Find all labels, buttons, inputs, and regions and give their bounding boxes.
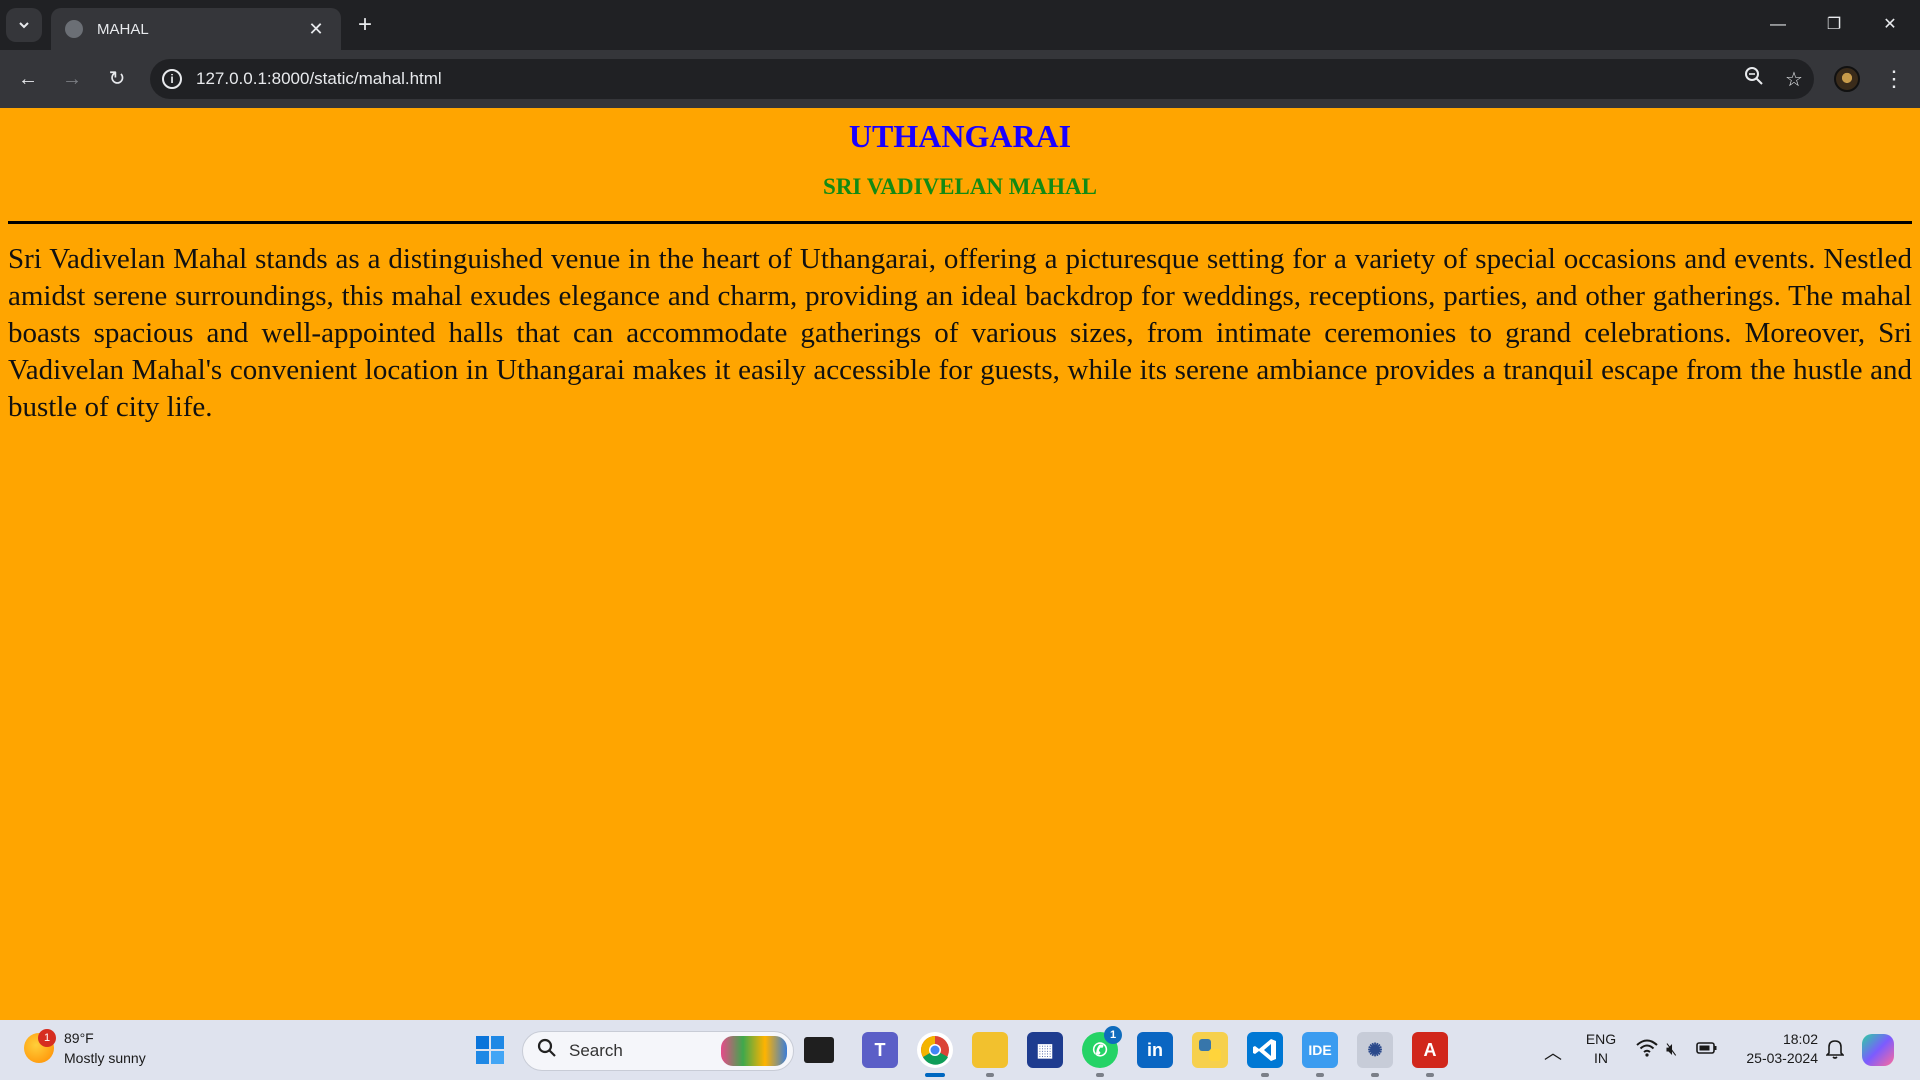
chrome-icon[interactable] [917,1032,953,1068]
taskbar: 1 89°F Mostly sunny Search T ▦ ✆ 1 in ID… [0,1020,1920,1080]
divider [8,221,1912,224]
linkedin-icon[interactable]: in [1137,1032,1173,1068]
search-highlight-image [721,1036,787,1066]
new-tab-button[interactable]: + [352,12,378,38]
task-view-icon[interactable] [804,1037,834,1063]
explorer-running-indicator [986,1073,994,1077]
weather-badge: 1 [38,1029,56,1047]
browser-tab[interactable]: MAHAL ✕ [51,8,341,50]
clock[interactable]: 18:02 25-03-2024 [1732,1030,1818,1068]
clock-date: 25-03-2024 [1746,1050,1818,1066]
reload-icon[interactable]: ↻ [103,65,131,93]
browser-tab-bar: MAHAL ✕ + — ❐ ✕ [0,0,1920,50]
python-icon[interactable] [1192,1032,1228,1068]
whatsapp-running-indicator [1096,1073,1104,1077]
acrobat-running-indicator [1426,1073,1434,1077]
chrome-active-indicator [925,1073,945,1077]
web-page: UTHANGARAI SRI VADIVELAN MAHAL Sri Vadiv… [0,108,1920,1020]
browser-toolbar: ← → ↻ i 127.0.0.1:8000/static/mahal.html… [0,50,1920,108]
close-window-button[interactable]: ✕ [1870,12,1910,38]
site-info-icon[interactable]: i [162,69,182,89]
tab-search-chevron-icon[interactable] [6,8,42,42]
vscode-icon[interactable] [1247,1032,1283,1068]
windows-start-icon[interactable] [472,1032,508,1068]
globe-icon [65,20,83,38]
file-explorer-icon[interactable] [972,1032,1008,1068]
forward-arrow-icon[interactable]: → [58,65,86,93]
copilot-icon[interactable] [1862,1034,1894,1066]
acrobat-icon[interactable]: A [1412,1032,1448,1068]
clock-time: 18:02 [1782,1031,1818,1047]
minimize-button[interactable]: — [1758,12,1798,38]
weather-temperature: 89°F [64,1030,94,1046]
tab-title: MAHAL [97,20,149,38]
search-icon [537,1038,557,1064]
address-bar[interactable]: i 127.0.0.1:8000/static/mahal.html ☆ [150,59,1814,99]
restore-button[interactable]: ❐ [1814,12,1854,38]
show-hidden-icons-chevron-icon[interactable]: ︿ [1544,1039,1562,1065]
microsoft-store-icon[interactable]: ▦ [1027,1032,1063,1068]
back-arrow-icon[interactable]: ← [14,65,42,93]
language-line2: IN [1594,1050,1608,1066]
whatsapp-icon[interactable]: ✆ 1 [1082,1026,1122,1068]
teams-icon[interactable]: T [862,1032,898,1068]
whatsapp-badge: 1 [1104,1026,1122,1044]
ide-running-indicator [1316,1073,1324,1077]
search-label: Search [569,1041,623,1060]
bookmark-star-icon[interactable]: ☆ [1774,67,1814,92]
page-title: UTHANGARAI [848,118,1072,154]
wifi-icon[interactable] [1636,1039,1658,1062]
volume-muted-icon[interactable]: 🔇︎ [1666,1039,1677,1060]
weather-widget[interactable]: 1 89°F Mostly sunny [24,1028,146,1068]
battery-icon[interactable] [1696,1039,1718,1060]
vscode-running-indicator [1261,1073,1269,1077]
language-line1: ENG [1585,1031,1617,1047]
tab-close-icon[interactable]: ✕ [305,19,327,40]
ide-icon[interactable]: IDE [1302,1032,1338,1068]
url-text[interactable]: 127.0.0.1:8000/static/mahal.html [196,69,1734,89]
notification-bell-icon[interactable] [1825,1039,1845,1064]
bug-tool-running-indicator [1371,1073,1379,1077]
language-indicator[interactable]: ENG IN [1582,1030,1620,1068]
zoom-icon[interactable] [1734,66,1774,92]
weather-condition: Mostly sunny [64,1050,146,1066]
bug-tool-icon[interactable]: ✺ [1357,1032,1393,1068]
sun-icon: 1 [24,1029,56,1063]
description-paragraph: Sri Vadivelan Mahal stands as a distingu… [8,243,1912,423]
profile-avatar[interactable] [1834,66,1860,92]
page-subtitle: SRI VADIVELAN MAHAL [823,174,1097,199]
more-options-icon[interactable]: ⋮ [1880,65,1908,93]
taskbar-search[interactable]: Search [522,1031,794,1071]
